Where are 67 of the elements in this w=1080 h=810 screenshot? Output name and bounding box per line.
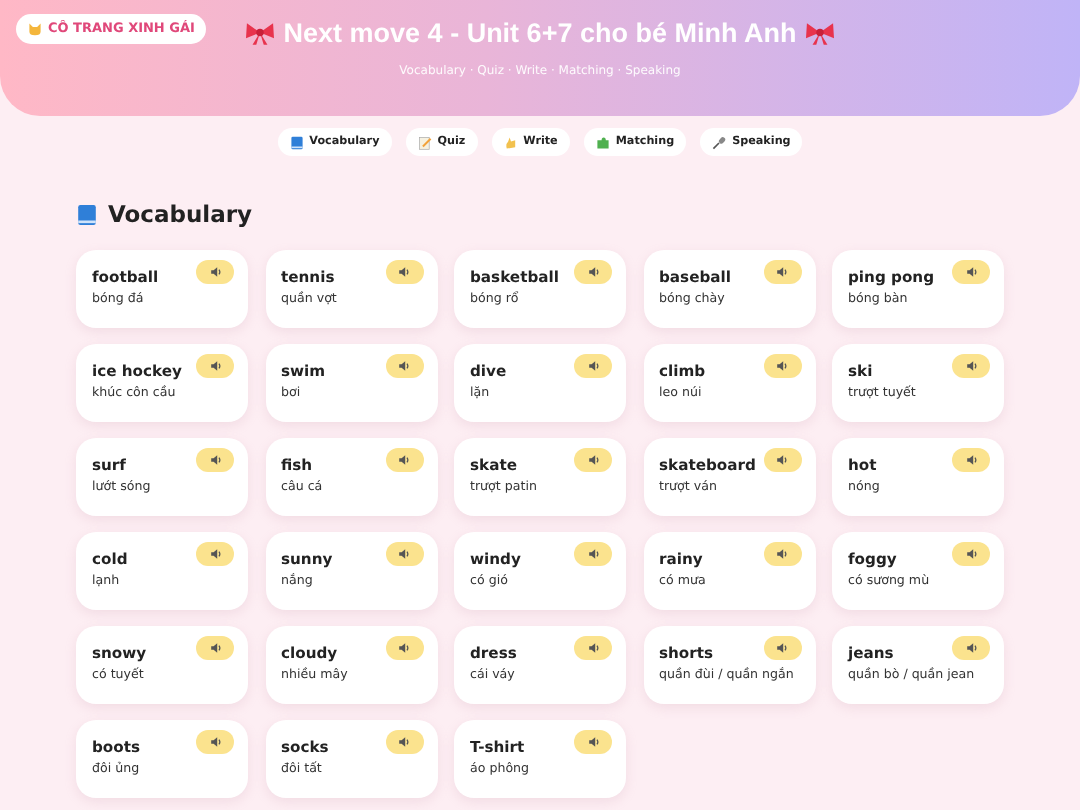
speak-button[interactable] [952,260,990,285]
book-icon [76,204,98,227]
bow-icon [806,21,835,46]
speak-button[interactable] [385,260,423,285]
speak-button[interactable] [385,730,423,755]
speak-button[interactable] [952,542,990,567]
speak-button[interactable] [952,448,990,473]
speaker-icon [398,266,410,279]
hand-icon [503,135,518,149]
speaker-icon [209,454,221,467]
speaker-icon [776,642,788,655]
speak-button[interactable] [385,542,423,567]
speak-button[interactable] [574,448,612,473]
speak-button[interactable] [952,354,990,379]
speaker-icon [209,548,221,561]
speaker-icon [398,360,410,373]
speaker-icon [209,642,221,655]
microphone-icon [712,135,727,149]
speak-button[interactable] [196,448,234,473]
speak-button[interactable] [763,260,801,285]
speaker-icon [398,736,410,749]
speaker-icon [965,548,977,561]
speak-button[interactable] [196,542,234,567]
speaker-icon [965,266,977,279]
bow-icon [245,21,274,46]
speaker-icon [776,266,788,279]
speak-button[interactable] [952,636,990,661]
speaker-icon [398,642,410,655]
speak-button[interactable] [385,636,423,661]
speaker-icon [398,548,410,561]
speak-button[interactable] [385,354,423,379]
speaker-icon [209,736,221,749]
speak-button[interactable] [763,448,801,473]
speak-button[interactable] [385,448,423,473]
speaker-icon [965,454,977,467]
section-title: Vocabulary [108,198,253,232]
speaker-icon [965,360,977,373]
book-icon [289,135,304,149]
speaker-icon [587,642,599,655]
speak-button[interactable] [574,542,612,567]
speaker-icon [776,360,788,373]
notepad-icon [417,135,432,149]
speak-button[interactable] [574,354,612,379]
speaker-icon [587,454,599,467]
speaker-icon [587,736,599,749]
speaker-icon [776,454,788,467]
speak-button[interactable] [763,636,801,661]
speaker-icon [209,266,221,279]
speak-button[interactable] [763,542,801,567]
speak-button[interactable] [196,730,234,755]
cat-icon [28,22,42,36]
speak-button[interactable] [574,260,612,285]
puzzle-icon [595,135,610,149]
speaker-icon [209,360,221,373]
speak-button[interactable] [574,636,612,661]
speaker-icon [776,548,788,561]
speaker-icon [398,454,410,467]
speak-button[interactable] [196,354,234,379]
speak-button[interactable] [574,730,612,755]
speaker-icon [587,360,599,373]
speak-button[interactable] [763,354,801,379]
page-title: Next move 4 - Unit 6+7 cho bé Minh Anh [283,20,797,47]
speaker-icon [587,266,599,279]
speak-button[interactable] [196,260,234,285]
speaker-icon [587,548,599,561]
speak-button[interactable] [196,636,234,661]
speaker-icon [965,642,977,655]
